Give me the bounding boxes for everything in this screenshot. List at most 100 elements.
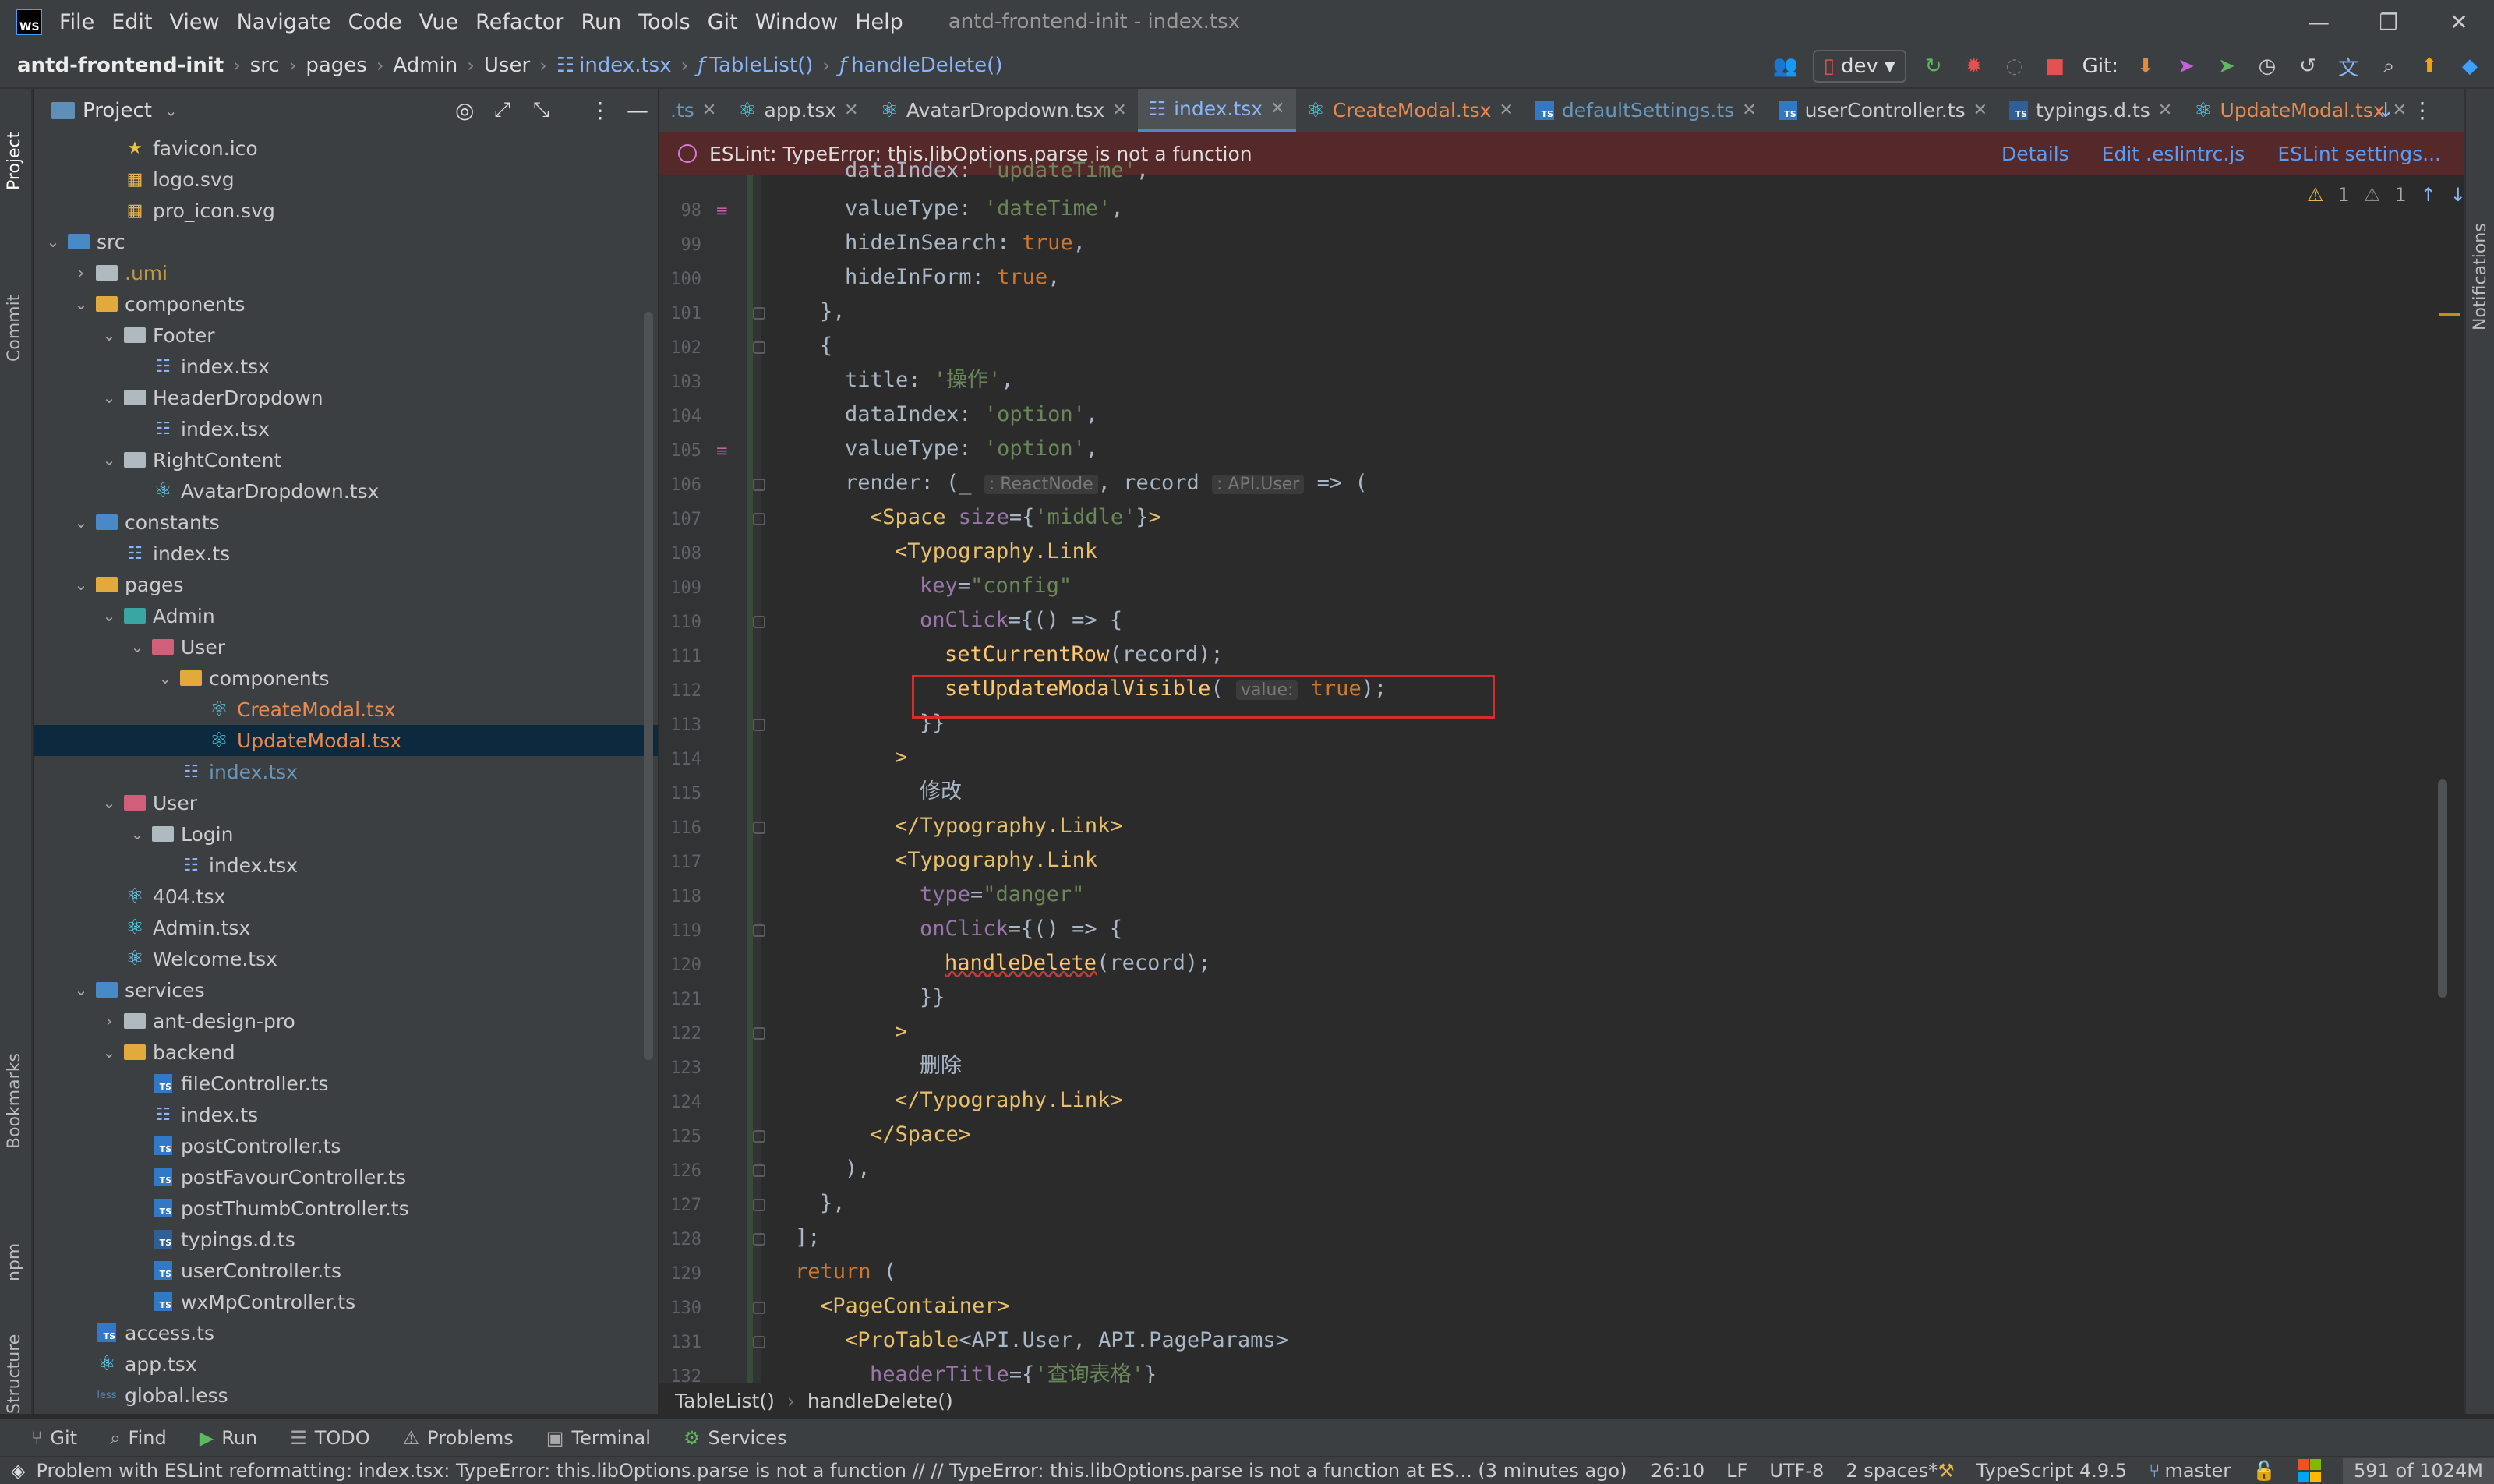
- language-service[interactable]: TypeScript 4.9.5: [1976, 1460, 2127, 1482]
- minimize-icon[interactable]: —: [2284, 0, 2354, 44]
- tree-row[interactable]: ⌄ Admin: [34, 600, 658, 631]
- arrow-down-icon[interactable]: ↓: [2377, 99, 2394, 122]
- implementation-gutter-icon[interactable]: ≡: [715, 441, 729, 460]
- tree-row[interactable]: TS wxMpController.ts: [34, 1286, 658, 1317]
- update-icon[interactable]: ⬆: [2416, 53, 2443, 80]
- tree-row[interactable]: TS fileController.ts: [34, 1068, 658, 1099]
- tree-row[interactable]: TS typings.d.ts: [34, 1224, 658, 1255]
- chevron-down-icon[interactable]: ⌄: [100, 1043, 118, 1062]
- tool-structure[interactable]: Structure: [5, 1334, 24, 1414]
- crumb-handledelete[interactable]: handleDelete(): [807, 1390, 953, 1412]
- fold-icon[interactable]: [753, 1130, 765, 1143]
- menu-edit[interactable]: Edit: [111, 10, 152, 34]
- memory-indicator[interactable]: 591 of 1024M: [2343, 1457, 2494, 1484]
- profile-icon[interactable]: ◌: [2001, 53, 2028, 80]
- chevron-down-icon[interactable]: ⌄: [100, 326, 118, 344]
- tab-typings[interactable]: TS typings.d.ts ✕: [1998, 89, 2183, 132]
- status-message[interactable]: Problem with ESLint reformatting: index.…: [36, 1460, 1627, 1482]
- rerun-icon[interactable]: ↻: [1920, 53, 1947, 80]
- menu-file[interactable]: File: [59, 10, 94, 34]
- menu-view[interactable]: View: [169, 10, 219, 34]
- crumb-admin[interactable]: Admin: [393, 54, 457, 77]
- fold-icon[interactable]: [753, 307, 765, 320]
- tree-row[interactable]: ⌄ User: [34, 787, 658, 818]
- tab-app[interactable]: ⚛ app.tsx ✕: [727, 89, 869, 132]
- tab-ts[interactable]: .ts ✕: [659, 89, 727, 132]
- menu-help[interactable]: Help: [855, 10, 903, 34]
- indent-setting[interactable]: 2 spaces*⚒: [1846, 1460, 1954, 1482]
- tool-services[interactable]: ⚙ Services: [684, 1427, 787, 1449]
- chevron-down-icon[interactable]: ⌄: [156, 669, 175, 687]
- close-icon[interactable]: ✕: [702, 101, 716, 120]
- chevron-down-icon[interactable]: ⌄: [72, 575, 90, 594]
- menu-git[interactable]: Git: [708, 10, 738, 34]
- tree-row[interactable]: ⌄ Login: [34, 818, 658, 850]
- tree-row[interactable]: ★ favicon.ico: [34, 132, 658, 164]
- tree-row[interactable]: › .umi: [34, 257, 658, 288]
- fold-icon[interactable]: [753, 1336, 765, 1348]
- implementation-gutter-icon[interactable]: ≡: [715, 201, 729, 220]
- close-icon[interactable]: ✕: [1973, 101, 1987, 120]
- crumb-file[interactable]: index.tsx: [579, 54, 672, 77]
- git-push-icon[interactable]: ➤: [2173, 53, 2199, 80]
- tree-row[interactable]: ⌄ src: [34, 226, 658, 257]
- tree-row[interactable]: ⚛ AvatarDropdown.tsx: [34, 475, 658, 507]
- project-title[interactable]: Project: [83, 99, 152, 122]
- close-icon[interactable]: ✕: [1742, 101, 1756, 120]
- eslint-edit-link[interactable]: Edit .eslintrc.js: [2102, 143, 2245, 165]
- chevron-down-icon[interactable]: ⌄: [100, 388, 118, 407]
- options-icon[interactable]: ⋮: [589, 97, 611, 123]
- tab-usercontroller[interactable]: TS userController.ts ✕: [1768, 89, 1998, 132]
- history-icon[interactable]: ◷: [2254, 53, 2280, 80]
- close-icon[interactable]: ✕: [2158, 101, 2172, 120]
- tool-find[interactable]: ⌕ Find: [110, 1427, 167, 1449]
- fold-icon[interactable]: [753, 479, 765, 491]
- chevron-down-icon[interactable]: ⌄: [100, 606, 118, 625]
- run-config-select[interactable]: ▯ dev ▼: [1812, 50, 1906, 83]
- tree-row[interactable]: ⚛ 404.tsx: [34, 881, 658, 912]
- close-icon[interactable]: ✕: [1499, 101, 1513, 120]
- tree-row[interactable]: TS postFavourController.ts: [34, 1161, 658, 1192]
- tool-commit[interactable]: Commit: [5, 295, 24, 362]
- tree-row[interactable]: ⌄ components: [34, 662, 658, 694]
- git-update-icon[interactable]: ⬇: [2132, 53, 2159, 80]
- tab-defaultsettings[interactable]: TS defaultSettings.ts ✕: [1524, 89, 1768, 132]
- stop-icon[interactable]: ■: [2042, 53, 2068, 80]
- crumb-tablelist[interactable]: TableList(): [709, 54, 813, 77]
- tree-row[interactable]: ⚛ Welcome.tsx: [34, 943, 658, 974]
- tree-row[interactable]: TS postController.ts: [34, 1130, 658, 1161]
- chevron-down-icon[interactable]: ⌄: [100, 793, 118, 812]
- git-branch[interactable]: ⑂ master: [2149, 1460, 2231, 1482]
- fold-icon[interactable]: [753, 1302, 765, 1314]
- menu-refactor[interactable]: Refactor: [475, 10, 563, 34]
- tree-row[interactable]: ⌄ RightContent: [34, 444, 658, 475]
- tree-row[interactable]: ▦ logo.svg: [34, 164, 658, 195]
- status-toggle-icon[interactable]: ◈: [11, 1460, 25, 1482]
- tree-row[interactable]: ⌄ components: [34, 288, 658, 320]
- close-icon[interactable]: ✕: [2393, 101, 2407, 120]
- tool-npm[interactable]: npm: [5, 1243, 24, 1281]
- crumb-src[interactable]: src: [250, 54, 280, 77]
- chevron-down-icon[interactable]: ⌄: [72, 513, 90, 532]
- arrow-up-icon[interactable]: ↑: [2421, 184, 2436, 206]
- git-commit-icon[interactable]: ➤: [2213, 53, 2240, 80]
- chevron-right-icon[interactable]: ›: [100, 1012, 118, 1030]
- tree-row[interactable]: ⌄ backend: [34, 1037, 658, 1068]
- fold-icon[interactable]: [753, 822, 765, 834]
- tree-row[interactable]: › ant-design-pro: [34, 1005, 658, 1037]
- chevron-down-icon[interactable]: ⌄: [164, 101, 178, 120]
- eslint-details-link[interactable]: Details: [2001, 143, 2069, 165]
- fold-icon[interactable]: [753, 616, 765, 628]
- tool-terminal[interactable]: ▣ Terminal: [546, 1427, 651, 1449]
- tree-row[interactable]: ⚛ app.tsx: [34, 1348, 658, 1380]
- fold-icon[interactable]: [753, 924, 765, 937]
- chevron-down-icon[interactable]: ⌄: [72, 295, 90, 313]
- hide-icon[interactable]: —: [627, 97, 648, 123]
- tree-row[interactable]: ⌄ services: [34, 974, 658, 1005]
- chevron-down-icon[interactable]: ⌄: [128, 825, 147, 843]
- tree-row[interactable]: ▦ pro_icon.svg: [34, 195, 658, 226]
- target-icon[interactable]: ◎: [455, 97, 474, 123]
- menu-navigate[interactable]: Navigate: [237, 10, 331, 34]
- collapse-all-icon[interactable]: ⤡: [533, 98, 549, 122]
- close-icon[interactable]: ✕: [844, 101, 858, 120]
